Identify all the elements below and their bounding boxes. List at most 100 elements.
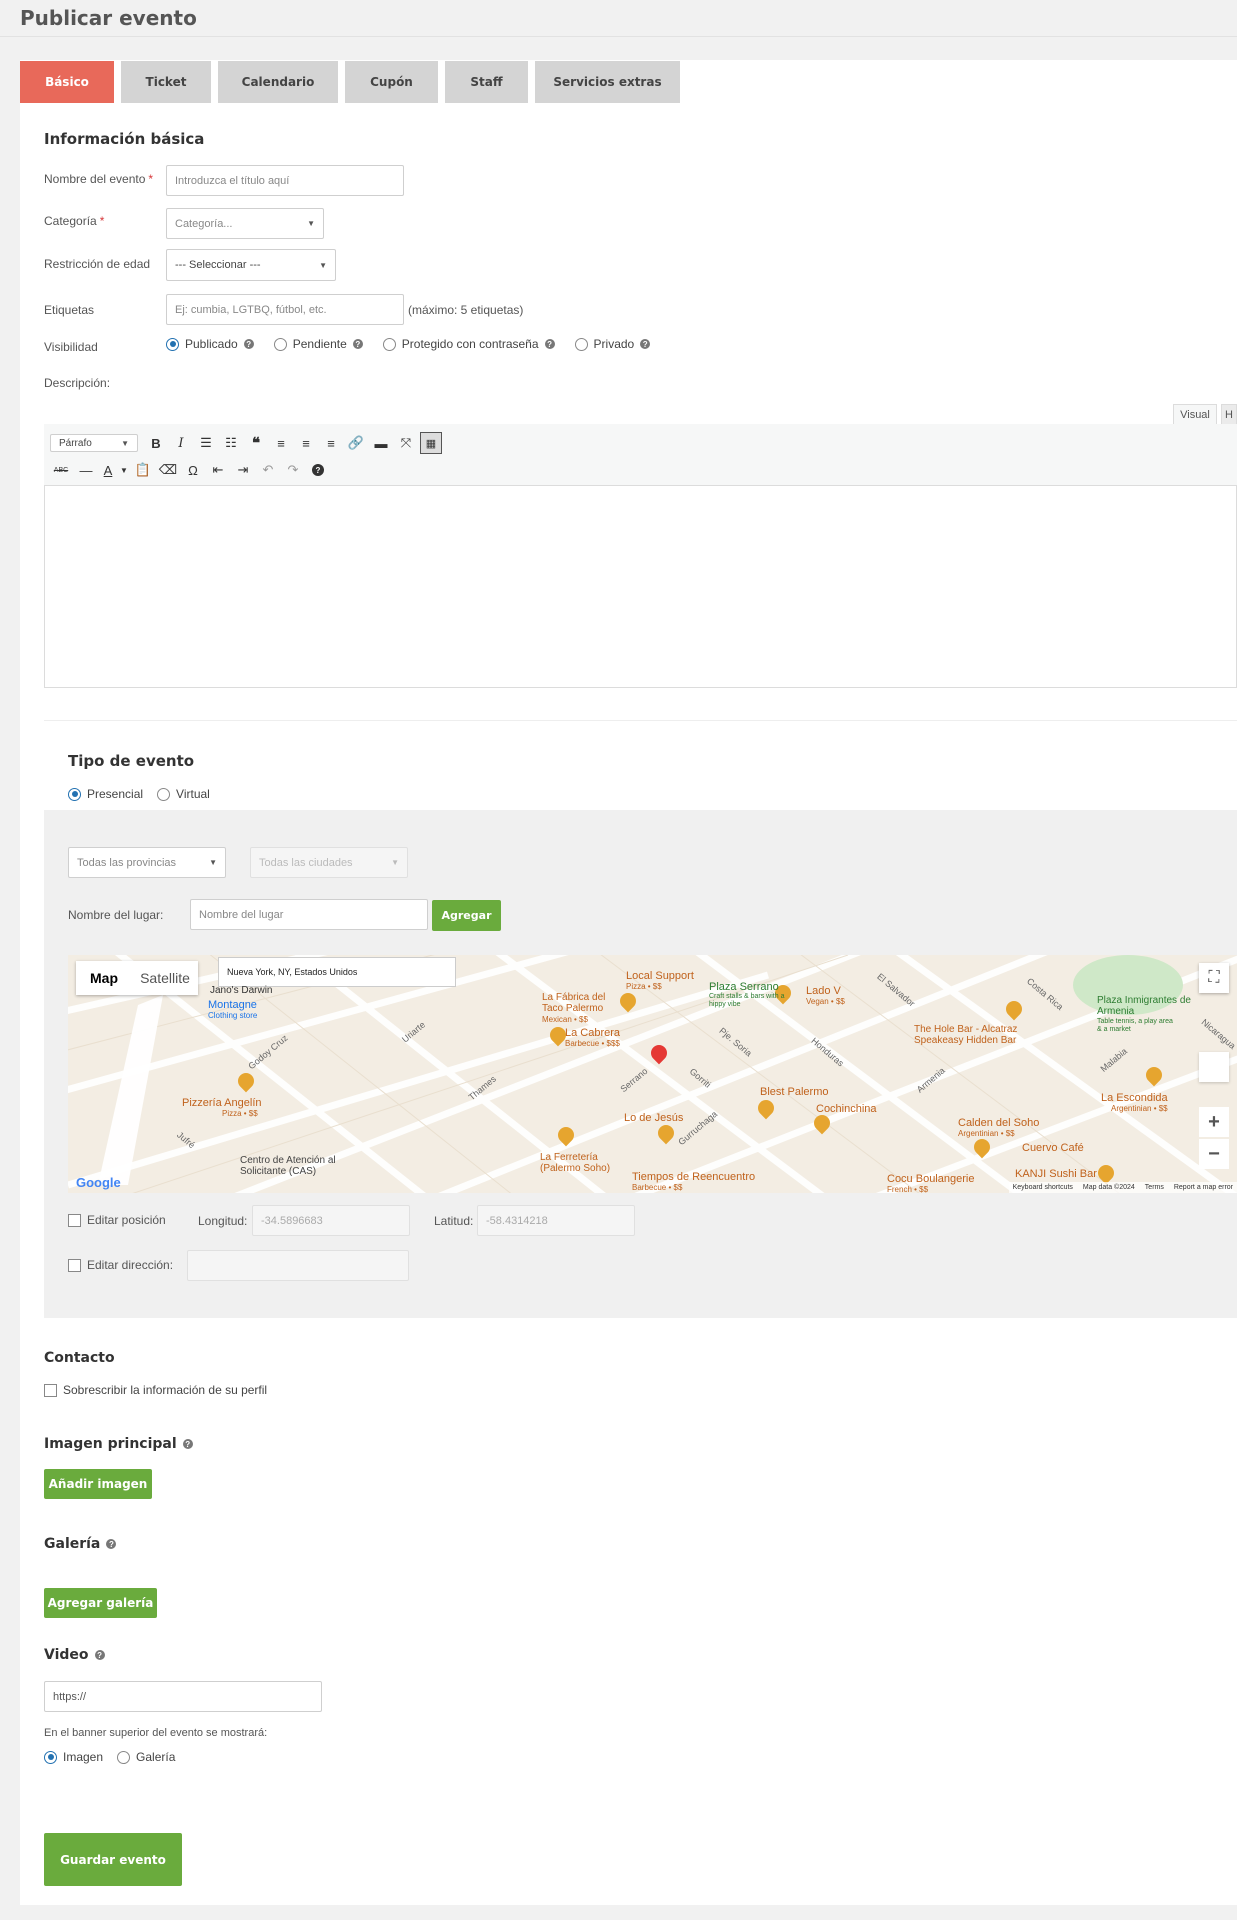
map-label: Mexican • $$	[542, 1015, 588, 1024]
italic-icon[interactable]: I	[170, 432, 192, 454]
add-gallery-button[interactable]: Agregar galería	[44, 1588, 157, 1618]
help-icon[interactable]: ?	[243, 339, 254, 349]
event-name-label: Nombre del evento *	[44, 172, 154, 186]
latitude-input[interactable]: -58.4314218	[477, 1205, 635, 1236]
map-label: Centro de Atención al Solicitante (CAS)	[240, 1155, 336, 1177]
map-tab-satellite[interactable]: Satellite	[132, 970, 198, 986]
toolbar-toggle-icon[interactable]: ▦	[420, 432, 442, 454]
tab-ticket[interactable]: Ticket	[121, 61, 211, 103]
override-profile-checkbox[interactable]	[44, 1383, 57, 1397]
map-address-box[interactable]: Nueva York, NY, Estados Unidos	[218, 957, 456, 987]
map-label: Pizza • $$	[222, 1109, 258, 1118]
banner-radio-galeria[interactable]	[117, 1750, 131, 1764]
visibility-radio-privado[interactable]	[574, 337, 588, 351]
paste-text-icon[interactable]: 📋	[132, 459, 154, 481]
place-name-input[interactable]: Nombre del lugar	[190, 899, 428, 930]
edit-position-checkbox[interactable]	[68, 1213, 81, 1227]
help-icon[interactable]: ?	[640, 339, 651, 349]
read-more-icon[interactable]: ▬	[370, 432, 392, 454]
map-label: La Ferretería (Palermo Soho)	[540, 1152, 611, 1174]
indent-icon[interactable]: ⇥	[232, 459, 254, 481]
map-zoom-out-icon[interactable]: −	[1199, 1139, 1229, 1169]
tab-servicios-extras[interactable]: Servicios extras	[535, 61, 680, 103]
special-char-icon[interactable]: Ω	[182, 459, 204, 481]
edit-position-label: Editar posición	[87, 1213, 166, 1227]
visibility-radio-publicado[interactable]	[166, 337, 179, 351]
map-label: Blest Palermo	[760, 1086, 829, 1098]
keyboard-shortcuts-link[interactable]: Keyboard shortcuts	[1013, 1184, 1073, 1191]
tab-staff[interactable]: Staff	[445, 61, 528, 103]
editor-tab-html[interactable]: H	[1221, 404, 1237, 425]
longitude-input[interactable]: -34.5896683	[252, 1205, 410, 1236]
map-label: La Cabrera	[565, 1027, 621, 1039]
help-icon[interactable]: ?	[106, 1539, 117, 1549]
add-place-button[interactable]: Agregar	[432, 900, 501, 931]
override-profile-row: Sobrescribir la información de su perfil	[44, 1383, 267, 1397]
editor-tab-visual[interactable]: Visual	[1173, 404, 1217, 425]
tags-input[interactable]: Ej: cumbia, LGTBQ, fútbol, etc.	[166, 294, 404, 325]
age-restriction-select[interactable]: --- Seleccionar --- ▼	[166, 249, 336, 281]
tab-calendario[interactable]: Calendario	[218, 61, 338, 103]
link-icon[interactable]: 🔗	[345, 432, 367, 454]
outdent-icon[interactable]: ⇤	[207, 459, 229, 481]
age-restriction-label: Restricción de edad	[44, 257, 151, 271]
banner-radio-imagen[interactable]	[44, 1750, 57, 1764]
map-label: La Escondida	[1101, 1092, 1168, 1104]
visibility-radio-pendiente[interactable]	[273, 337, 287, 351]
event-type-options: Presencial Virtual	[68, 787, 210, 801]
map-zoom-in-icon[interactable]: +	[1199, 1107, 1229, 1137]
video-url-input[interactable]: https://	[44, 1681, 322, 1712]
map-label: Calden del Soho	[958, 1117, 1040, 1129]
tab-cupon[interactable]: Cupón	[345, 61, 438, 103]
banner-options: Imagen Galería	[44, 1750, 175, 1764]
blockquote-icon[interactable]: ❝	[245, 432, 267, 454]
help-icon[interactable]: ?	[94, 1650, 105, 1660]
visibility-radio-protegido[interactable]	[382, 337, 396, 351]
add-image-button[interactable]: Añadir imagen	[44, 1469, 152, 1499]
event-type-radio-virtual[interactable]	[157, 787, 171, 801]
category-select[interactable]: Categoría... ▼	[166, 208, 324, 239]
align-right-icon[interactable]: ≡	[320, 432, 342, 454]
terms-link[interactable]: Terms	[1145, 1184, 1164, 1191]
tags-label: Etiquetas	[44, 303, 95, 317]
align-left-icon[interactable]: ≡	[270, 432, 292, 454]
banner-label-galeria: Galería	[136, 1750, 176, 1764]
city-select[interactable]: Todas las ciudades ▼	[250, 847, 408, 878]
event-name-input[interactable]: Introduzca el título aquí	[166, 165, 404, 196]
horizontal-line-icon[interactable]: —	[75, 459, 97, 481]
fullscreen-icon[interactable]: ⤧	[395, 432, 417, 454]
format-select[interactable]: Párrafo ▼	[50, 434, 138, 452]
place-name-label: Nombre del lugar:	[68, 908, 164, 922]
bullet-list-icon[interactable]: ☰	[195, 432, 217, 454]
map-data-text: Map data ©2024	[1082, 1184, 1135, 1191]
banner-label-imagen: Imagen	[63, 1750, 104, 1764]
help-icon[interactable]: ?	[352, 339, 363, 349]
edit-address-checkbox[interactable]	[68, 1258, 81, 1272]
map-label: Pizzería Angelín	[182, 1097, 262, 1109]
province-select[interactable]: Todas las provincias ▼	[68, 847, 226, 878]
strikethrough-icon[interactable]: ABC	[50, 459, 72, 481]
toolbar-row-2: ABC — A ▼ 📋 ⌫ Ω ⇤ ⇥ ↶ ↷ ?	[50, 459, 329, 481]
video-heading-row: Video ?	[44, 1647, 105, 1663]
save-event-button[interactable]: Guardar evento	[44, 1833, 182, 1886]
redo-icon[interactable]: ↷	[282, 459, 304, 481]
help-icon[interactable]: ?	[307, 459, 329, 481]
help-icon[interactable]: ?	[182, 1439, 193, 1449]
map-tab-map[interactable]: Map	[76, 970, 132, 986]
map-pegman-control[interactable]	[1199, 1052, 1229, 1082]
clear-format-icon[interactable]: ⌫	[157, 459, 179, 481]
report-error-link[interactable]: Report a map error	[1174, 1184, 1233, 1191]
undo-icon[interactable]: ↶	[257, 459, 279, 481]
map-fullscreen-icon[interactable]: ⛶	[1199, 963, 1229, 993]
event-type-radio-presencial[interactable]	[68, 787, 81, 801]
numbered-list-icon[interactable]: ☷	[220, 432, 242, 454]
tab-basico[interactable]: Básico	[20, 61, 114, 103]
align-center-icon[interactable]: ≡	[295, 432, 317, 454]
location-map[interactable]: Map Satellite Nueva York, NY, Estados Un…	[68, 955, 1237, 1193]
map-label: Tiempos de Reencuentro	[632, 1171, 756, 1183]
help-icon[interactable]: ?	[544, 339, 555, 349]
address-input[interactable]	[187, 1250, 409, 1281]
bold-icon[interactable]: B	[145, 432, 167, 454]
chevron-down-icon[interactable]: ▼	[119, 459, 129, 481]
text-color-icon[interactable]: A	[100, 459, 116, 481]
